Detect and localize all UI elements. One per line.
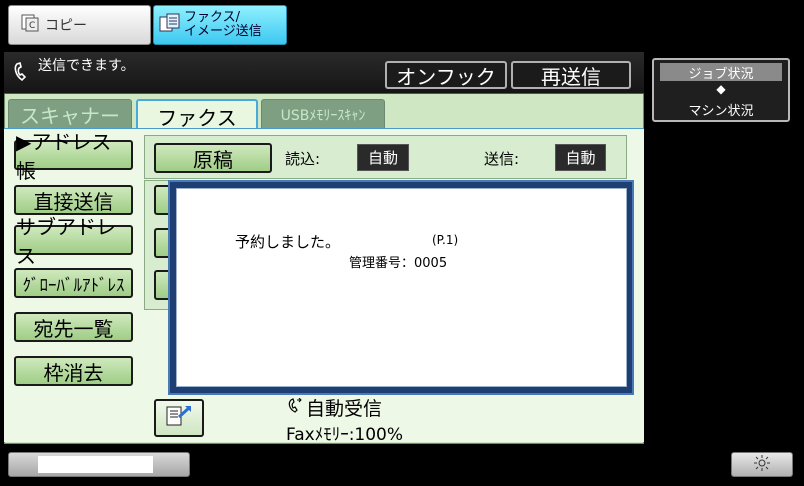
copy-mode-tab[interactable]: C コピー	[8, 5, 151, 45]
send-label: 送信:	[484, 150, 520, 168]
fax-mode-label-line1: ファクス/	[184, 10, 240, 25]
dialog-body	[176, 188, 627, 387]
address-book-button[interactable]: ▶アドレス帳	[14, 130, 133, 183]
sub-address-button[interactable]: サブアドレス	[14, 215, 133, 268]
read-label: 読込:	[285, 150, 321, 168]
send-value: 自動	[555, 144, 606, 171]
dialog-page-number: (P.1)	[432, 233, 459, 247]
original-button[interactable]: 原稿	[154, 143, 272, 173]
fax-image-send-mode-tab[interactable]: ファクス/ イメージ送信	[153, 5, 287, 45]
read-value: 自動	[357, 144, 409, 171]
status-message: 送信できます。	[38, 58, 135, 74]
svg-text:C: C	[29, 21, 35, 31]
dialog-management-number: 管理番号：0005	[349, 256, 448, 271]
job-status-button[interactable]: ジョブ状況 ◆ マシン状況	[652, 58, 790, 122]
brightness-button[interactable]	[731, 452, 793, 477]
phone-icon	[12, 61, 32, 87]
fax-memory-status: Faxﾒﾓﾘｰ:100%	[286, 425, 404, 445]
destination-list-button[interactable]: 宛先一覧	[14, 312, 133, 342]
machine-status-label: マシン状況	[688, 103, 754, 119]
fax-mode-label: ファクス/ イメージ送信	[184, 11, 262, 39]
tab-usb-memory-scan[interactable]: USBﾒﾓﾘｰｽｷｬﾝ	[261, 99, 385, 129]
resend-button[interactable]: 再送信	[511, 61, 631, 89]
frame-erase-button[interactable]: 枠消去	[14, 356, 133, 386]
onhook-button[interactable]: オンフック	[385, 61, 507, 89]
auto-receive-status: 自動受信	[288, 394, 382, 421]
global-address-button[interactable]: ｸﾞﾛｰﾊﾞﾙｱﾄﾞﾚｽ	[14, 268, 133, 298]
fax-mode-label-line2: イメージ送信	[184, 24, 262, 39]
incoming-call-icon	[288, 397, 302, 419]
toggle-arrow-icon: ◆	[716, 82, 726, 96]
auto-receive-label: 自動受信	[306, 398, 383, 420]
sun-icon	[754, 454, 770, 475]
job-status-label: ジョブ状況	[660, 63, 782, 82]
fax-send-icon	[159, 12, 181, 38]
footer-progress-field	[38, 456, 153, 473]
copy-icon: C	[21, 14, 39, 36]
tab-scanner[interactable]: スキャナー	[8, 99, 132, 129]
copy-mode-label: コピー	[45, 18, 87, 34]
send-settings-icon-button[interactable]	[154, 399, 204, 437]
tab-fax[interactable]: ファクス	[136, 99, 258, 131]
dialog-message: 予約しました。	[235, 233, 341, 251]
fax-document-icon	[164, 403, 194, 433]
